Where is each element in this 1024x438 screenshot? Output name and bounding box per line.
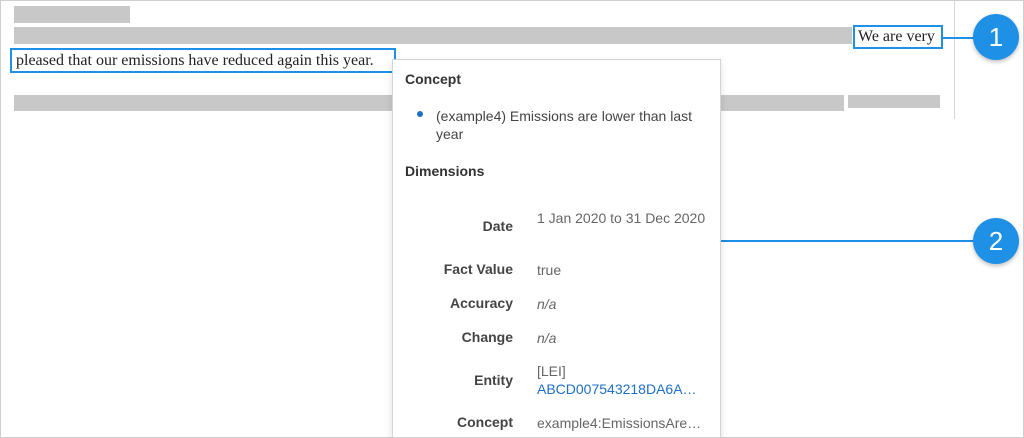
dimension-value: n/a (537, 296, 557, 312)
page-divider (954, 1, 955, 119)
dimension-value: 1 Jan 2020 to 31 Dec 2020 (537, 210, 706, 226)
entity-identifier-link[interactable]: ABCD007543218DA6A… (537, 381, 697, 397)
dimension-label: Entity (474, 372, 513, 388)
redacted-text-line (848, 95, 940, 108)
dimension-label: Change (461, 329, 513, 345)
callout-2-badge: 2 (973, 218, 1019, 264)
dimension-label: Fact Value (443, 261, 513, 277)
concept-heading: Concept (405, 71, 461, 87)
dimension-label: Concept (457, 414, 513, 430)
callout-1-badge: 1 (973, 14, 1019, 60)
redacted-text-line (14, 27, 852, 44)
dimension-label: Date (482, 218, 513, 234)
entity-scheme: [LEI] (537, 363, 566, 379)
bullet-icon (417, 111, 423, 117)
dimensions-heading: Dimensions (405, 163, 485, 179)
fact-details-popup: Concept (example4) Emissions are lower t… (392, 59, 721, 438)
dimension-label: Accuracy (449, 295, 513, 311)
concept-label: (example4) Emissions are lower than last… (436, 108, 692, 142)
dimension-value: example4:EmissionsAre… (537, 415, 702, 431)
redacted-heading (14, 6, 130, 23)
dimension-value: n/a (537, 330, 557, 346)
callout-2-line (719, 240, 981, 242)
document-text-line1: We are very (858, 28, 935, 45)
document-text-line2: pleased that our emissions have reduced … (16, 52, 374, 69)
dimension-value: true (537, 262, 562, 278)
